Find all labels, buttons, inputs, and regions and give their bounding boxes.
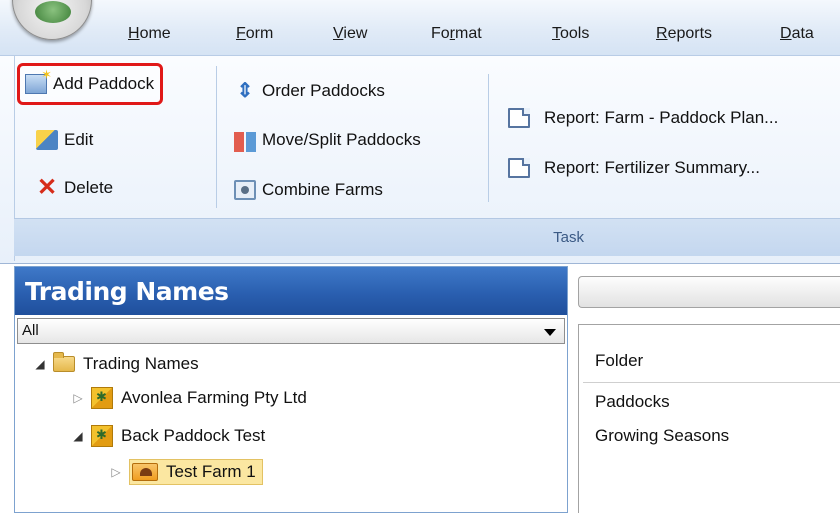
right-panel-toolbar[interactable] (578, 276, 840, 308)
expand-toggle-icon[interactable]: ◢ (33, 357, 47, 371)
trading-name-icon (91, 387, 113, 409)
move-split-paddocks-button[interactable]: Move/Split Paddocks (234, 123, 421, 157)
move-split-icon (234, 132, 256, 152)
document-icon (508, 108, 530, 128)
ribbon-group-label: Task (553, 229, 584, 246)
chevron-down-icon[interactable] (544, 329, 556, 336)
menu-home[interactable]: Home (128, 25, 171, 43)
list-item[interactable]: Growing Seasons (595, 426, 729, 446)
tree-node-avonlea[interactable]: ▷ Avonlea Farming Pty Ltd (71, 384, 307, 412)
menu-view[interactable]: View (333, 25, 367, 43)
add-paddock-button[interactable]: Add Paddock (17, 63, 164, 105)
tree-view: ◢ Trading Names ▷ Avonlea Farming Pty Lt… (15, 344, 567, 513)
folder-list-panel: Folder Paddocks Growing Seasons (578, 324, 840, 513)
column-header-folder[interactable]: Folder (583, 341, 840, 383)
document-icon (508, 158, 530, 178)
delete-icon: ✕ (36, 174, 58, 201)
farm-icon (132, 463, 158, 481)
menu-form[interactable]: Form (236, 25, 273, 43)
ribbon-separator (488, 74, 489, 202)
selected-node-highlight[interactable]: Test Farm 1 (129, 459, 263, 485)
list-item[interactable]: Paddocks (595, 392, 670, 412)
delete-button[interactable]: ✕ Delete (36, 171, 113, 205)
add-paddock-icon (25, 67, 52, 94)
tree-node-back-paddock-test[interactable]: ◢ Back Paddock Test (71, 422, 265, 450)
combine-farms-icon (234, 180, 256, 200)
edit-icon (36, 130, 58, 150)
expand-toggle-icon[interactable]: ▷ (109, 465, 123, 479)
report-paddock-plan-button[interactable]: Report: Farm - Paddock Plan... (508, 101, 778, 135)
filter-dropdown[interactable]: All (17, 318, 565, 344)
menu-reports[interactable]: Reports (656, 25, 712, 43)
combine-farms-button[interactable]: Combine Farms (234, 173, 383, 207)
application-orb-button[interactable] (12, 0, 92, 40)
menu-tools[interactable]: Tools (552, 25, 589, 43)
order-paddocks-button[interactable]: ⇕ Order Paddocks (234, 74, 385, 108)
menu-data[interactable]: Data (780, 25, 814, 43)
tree-node-trading-names[interactable]: ◢ Trading Names (33, 350, 199, 378)
expand-toggle-icon[interactable]: ◢ (71, 429, 85, 443)
folder-icon (53, 352, 75, 372)
report-fertilizer-summary-button[interactable]: Report: Fertilizer Summary... (508, 151, 760, 185)
tree-node-test-farm-1[interactable]: ▷ Test Farm 1 (109, 458, 263, 486)
edit-button[interactable]: Edit (36, 123, 93, 157)
filter-value: All (22, 322, 39, 339)
menu-format[interactable]: Format (431, 25, 482, 43)
ribbon: Add Paddock Edit ✕ Delete ⇕ Order Paddoc… (0, 56, 840, 264)
trading-names-panel: Trading Names All ◢ Trading Names ▷ Avon… (14, 266, 568, 513)
expand-toggle-icon[interactable]: ▷ (71, 391, 85, 405)
menu-bar: Home Form View Format Tools Reports Data (0, 0, 840, 56)
order-arrows-icon: ⇕ (236, 80, 254, 102)
app-logo-icon (35, 1, 71, 23)
ribbon-group-label-bar: Task (14, 218, 840, 256)
ribbon-separator (216, 66, 217, 208)
panel-title: Trading Names (15, 267, 567, 315)
trading-name-icon (91, 425, 113, 447)
